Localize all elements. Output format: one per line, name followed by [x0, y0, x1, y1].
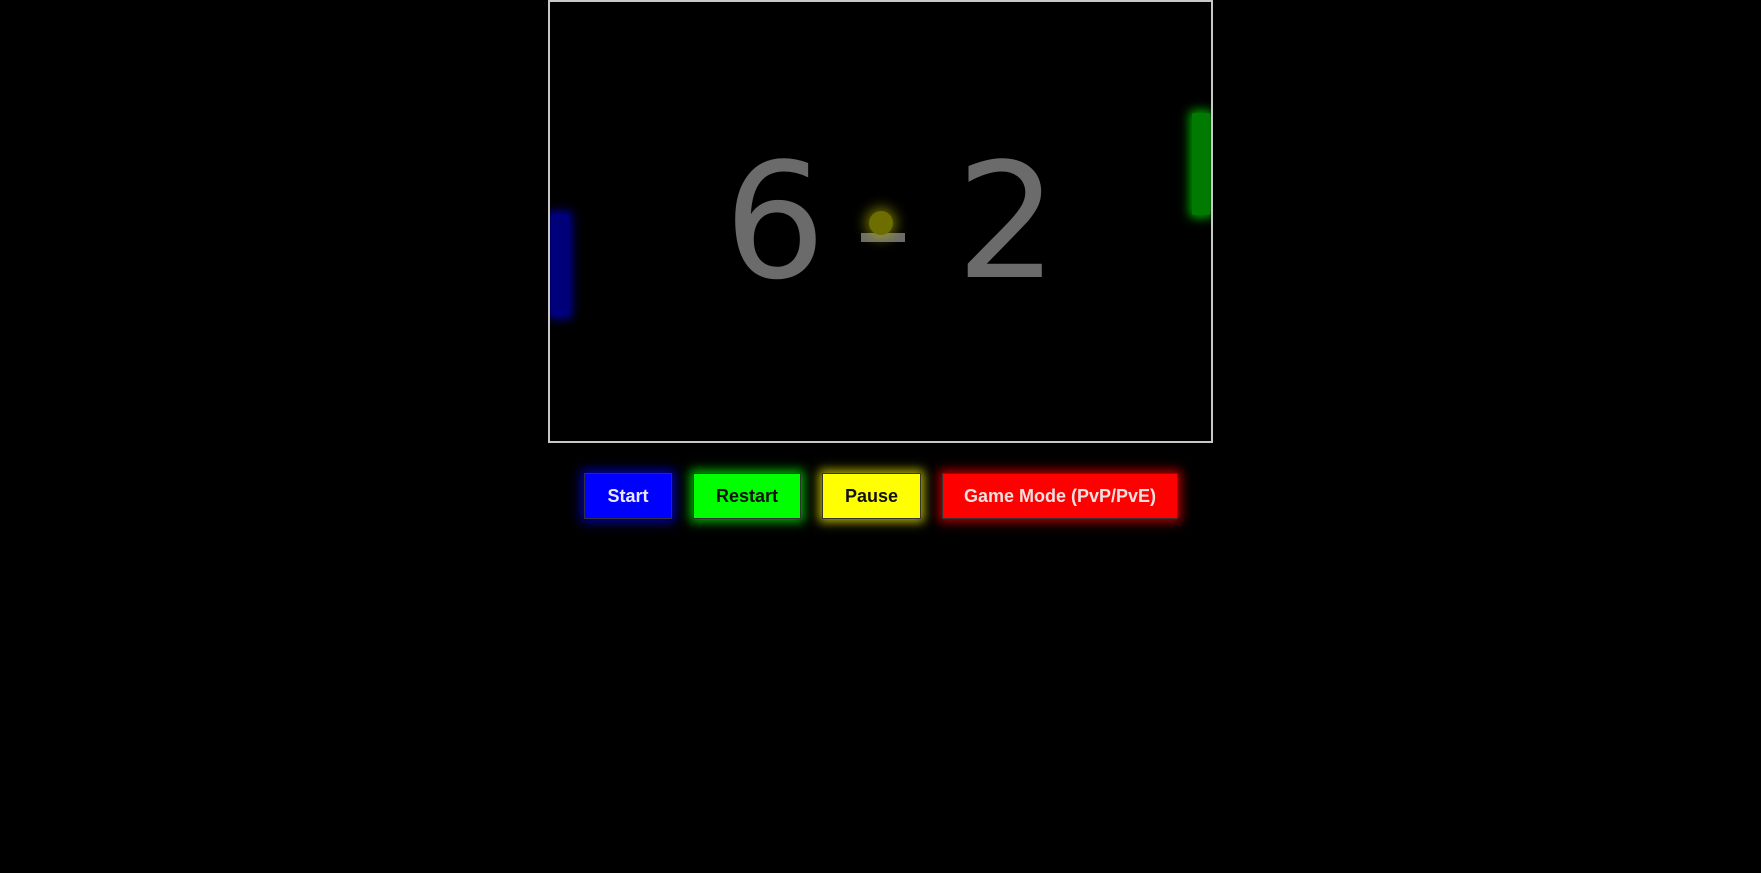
- game-page: 6 2 Start Restart Pause Game Mode (PvP/P…: [0, 0, 1761, 873]
- game-mode-button[interactable]: Game Mode (PvP/PvE): [942, 473, 1178, 519]
- left-score: 6: [724, 128, 826, 315]
- control-bar: Start Restart Pause Game Mode (PvP/PvE): [0, 473, 1761, 519]
- ball: [869, 211, 893, 235]
- game-canvas[interactable]: 6 2: [548, 0, 1213, 443]
- start-button[interactable]: Start: [584, 473, 672, 519]
- restart-button[interactable]: Restart: [693, 473, 801, 519]
- left-paddle: [551, 214, 569, 316]
- right-score: 2: [956, 128, 1058, 315]
- right-paddle: [1192, 113, 1210, 215]
- pause-button[interactable]: Pause: [822, 473, 921, 519]
